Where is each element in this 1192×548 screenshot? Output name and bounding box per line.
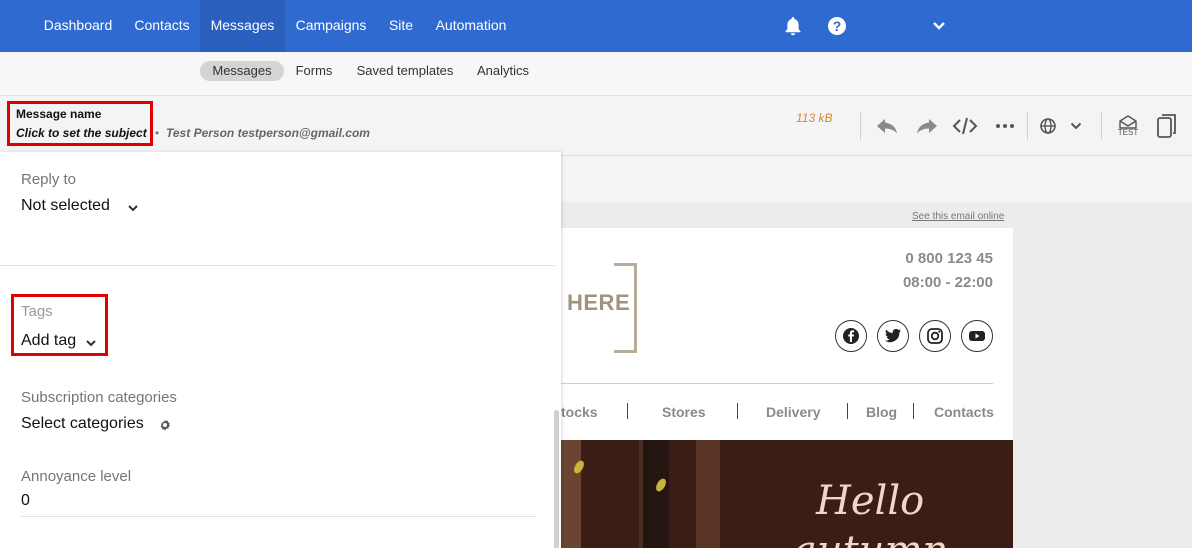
nav-site[interactable]: Site <box>377 0 425 52</box>
hero-figure <box>561 440 581 548</box>
email-divider <box>561 383 993 384</box>
subnav-saved-templates[interactable]: Saved templates <box>350 61 460 81</box>
sender-info[interactable]: Test Person testperson@gmail.com <box>166 126 370 140</box>
email-nav-delivery[interactable]: Delivery <box>766 404 820 420</box>
tags-label: Tags <box>21 303 53 320</box>
subject-field[interactable]: Click to set the subject <box>16 126 147 140</box>
nav-dashboard[interactable]: Dashboard <box>32 0 124 52</box>
instagram-icon[interactable] <box>919 320 951 352</box>
separator-dot: • <box>155 126 160 140</box>
email-nav-stores[interactable]: Stores <box>662 404 706 420</box>
reply-to-chevron-icon[interactable] <box>126 201 140 215</box>
nav-messages[interactable]: Messages <box>200 0 285 52</box>
twitter-icon[interactable] <box>877 320 909 352</box>
copy-icon[interactable] <box>1154 113 1180 139</box>
undo-icon[interactable] <box>874 113 900 139</box>
nav-contacts[interactable]: Contacts <box>124 0 200 52</box>
annoyance-level-input[interactable]: 0 <box>21 492 30 510</box>
hero-banner: Hello autumn <box>561 440 1013 548</box>
email-nav-separator <box>627 403 628 419</box>
message-name[interactable]: Message name <box>16 107 101 121</box>
facebook-icon[interactable] <box>835 320 867 352</box>
hero-headline: Hello <box>816 478 925 524</box>
toolbar-divider <box>860 112 861 140</box>
phone-number: 0 800 123 45 <box>905 250 993 267</box>
email-nav-blog[interactable]: Blog <box>866 404 897 420</box>
sub-navigation: Messages Forms Saved templates Analytics <box>0 52 1192 96</box>
help-icon[interactable]: ? <box>825 14 849 38</box>
reply-to-label: Reply to <box>21 171 77 188</box>
email-nav-stocks[interactable]: tocks <box>561 404 598 420</box>
chevron-down-icon[interactable] <box>927 14 951 38</box>
subscription-categories-select[interactable]: Select categories <box>21 415 144 433</box>
nav-campaigns[interactable]: Campaigns <box>285 0 377 52</box>
subnav-forms[interactable]: Forms <box>290 61 338 81</box>
reply-to-select[interactable]: Not selected <box>21 197 110 215</box>
subscription-categories-label: Subscription categories <box>21 389 177 406</box>
message-header-bar: Message name Click to set the subject • … <box>0 96 1192 156</box>
subnav-analytics[interactable]: Analytics <box>470 61 536 81</box>
email-nav-contacts[interactable]: Contacts <box>934 404 994 420</box>
annoyance-level-label: Annoyance level <box>21 468 132 485</box>
code-icon[interactable] <box>952 113 978 139</box>
hero-window-frame <box>639 440 669 548</box>
message-size: 113 kB <box>796 111 833 125</box>
email-nav-separator <box>847 403 848 419</box>
toolbar-divider <box>1101 112 1102 140</box>
editor-toolbar-strip <box>561 156 1192 202</box>
globe-icon[interactable] <box>1035 113 1061 139</box>
hero-headline-second: autumn <box>793 528 948 548</box>
more-options-icon[interactable] <box>992 113 1018 139</box>
subnav-messages[interactable]: Messages <box>200 61 284 81</box>
email-nav-separator <box>913 403 914 419</box>
bell-icon[interactable] <box>781 14 805 38</box>
panel-divider <box>0 265 555 266</box>
toolbar-divider <box>1027 112 1028 140</box>
add-tag-chevron-icon[interactable] <box>84 336 98 350</box>
test-send-icon[interactable]: TEST <box>1115 113 1141 139</box>
youtube-icon[interactable] <box>961 320 993 352</box>
test-label: TEST <box>1117 128 1139 137</box>
email-nav-separator <box>737 403 738 419</box>
svg-text:?: ? <box>833 18 842 34</box>
message-settings-panel: Reply to Not selected Tags Add tag Subsc… <box>0 152 561 548</box>
panel-scrollbar[interactable] <box>554 410 559 548</box>
opening-hours: 08:00 - 22:00 <box>902 274 993 291</box>
see-online-link[interactable]: See this email online <box>912 211 1004 222</box>
top-navigation: Dashboard Contacts Messages Campaigns Si… <box>0 0 1192 52</box>
nav-automation[interactable]: Automation <box>425 0 517 52</box>
gear-icon[interactable] <box>158 418 172 432</box>
redo-icon[interactable] <box>914 113 940 139</box>
add-tag-select[interactable]: Add tag <box>21 332 76 350</box>
annoyance-underline <box>21 516 536 517</box>
logo-text: HERE <box>567 290 631 315</box>
email-preview: HERE 0 800 123 45 08:00 - 22:00 tocks St… <box>561 228 1013 548</box>
language-chevron-icon[interactable] <box>1063 113 1089 139</box>
hero-window-frame <box>696 440 720 548</box>
